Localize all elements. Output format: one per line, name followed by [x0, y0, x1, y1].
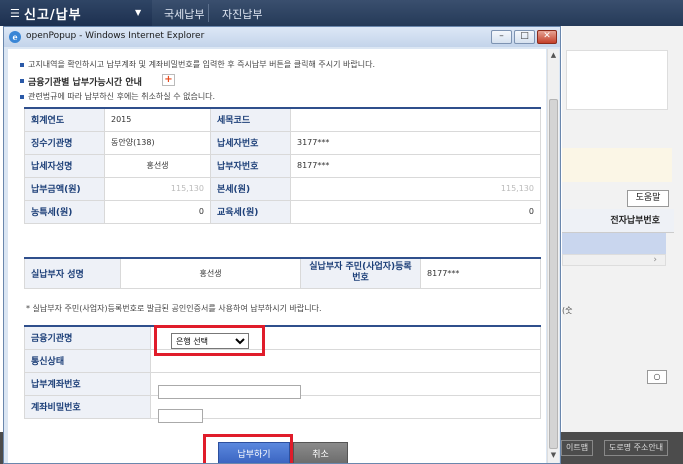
scroll-down-icon[interactable]: ▼ — [548, 449, 559, 461]
maximize-button[interactable]: □ — [514, 30, 535, 44]
menu-icon: ☰ — [10, 7, 20, 20]
account-password-label: 계좌비밀번호 — [24, 394, 151, 419]
bullet-icon — [20, 95, 24, 99]
expand-plus-icon[interactable]: + — [162, 74, 175, 86]
bank-hours-link[interactable]: 금융기관별 납부가능시간 안내 — [28, 75, 142, 88]
bank-name-label: 금융기관명 — [24, 325, 151, 350]
actual-payer-name-label: 실납부자 성명 — [24, 257, 121, 289]
rural-tax-value: 0 — [104, 199, 211, 224]
collection-office-label: 징수기관명 — [24, 130, 105, 155]
top-navigation-bar: ☰ 신고/납부 ▼ 국세납부 자진납부 — [0, 0, 683, 26]
breadcrumb-national-tax[interactable]: 국세납부 — [164, 6, 204, 22]
main-tax-value: 115,130 — [290, 176, 541, 201]
popup-content: 고지내역을 확인하시고 납부계좌 및 계좌비밀번호를 입력한 후 즉시납부 버튼… — [8, 49, 546, 463]
connection-status-label: 통신상태 — [24, 348, 151, 373]
table-row: 농특세(원) 0 교육세(원) 0 — [24, 199, 541, 224]
tax-code-value — [290, 107, 541, 132]
collection-office-value: 동안양(138) — [104, 130, 211, 155]
background-box — [566, 50, 668, 110]
education-tax-value: 0 — [290, 199, 541, 224]
column-header-electronic-payment-no: 전자납부번호 — [562, 209, 674, 233]
bill-detail-table: 회계연도 2015 세목코드 징수기관명 동안양(138) 납세자번호 3177… — [24, 107, 541, 224]
scroll-up-icon[interactable]: ▲ — [548, 49, 559, 61]
background-notice-box — [562, 148, 672, 182]
taxpayer-number-label: 납세자번호 — [210, 130, 291, 155]
vertical-scrollbar[interactable]: ▲ ▼ — [547, 49, 559, 463]
window-title: openPopup - Windows Internet Explorer — [26, 31, 205, 41]
account-number-input[interactable] — [158, 385, 301, 399]
taxpayer-name-label: 납세자성명 — [24, 153, 105, 178]
selected-table-row[interactable] — [562, 233, 666, 254]
breadcrumb-separator — [208, 4, 209, 22]
taxpayer-name-value: 홍선생 — [104, 153, 211, 178]
main-menu-label: 신고/납부 — [24, 8, 82, 23]
footer-link-sitemap[interactable]: 이트맵 — [561, 440, 594, 456]
certificate-note: * 실납부자 주민(사업자)등록번호로 발급된 공인인증서를 사용하여 납부하시… — [26, 304, 322, 313]
no-cancel-notice: 관련법규에 따라 납부하신 후에는 취소하실 수 없습니다. — [28, 92, 216, 101]
table-row: 금융기관명 — [24, 325, 541, 350]
payer-number-label: 납부자번호 — [210, 153, 291, 178]
table-row: 징수기관명 동안양(138) 납세자번호 3177*** — [24, 130, 541, 155]
table-row: 통신상태 — [24, 348, 541, 373]
internet-explorer-icon: e — [9, 31, 21, 43]
actual-payer-id-label: 실납부자 주민(사업자)등록번호 — [300, 257, 421, 289]
tax-code-label: 세목코드 — [210, 107, 291, 132]
background-text: (숫 — [562, 306, 573, 315]
main-tax-label: 본세(원) — [210, 176, 291, 201]
payment-form-table: 금융기관명 통신상태 납부계좌번호 계좌비밀번호 — [24, 325, 541, 419]
minimize-button[interactable]: – — [491, 30, 512, 44]
cancel-button[interactable]: 취소 — [293, 442, 348, 463]
bullet-icon — [20, 79, 24, 83]
fiscal-year-value: 2015 — [104, 107, 211, 132]
background-button[interactable]: ○ — [647, 370, 667, 384]
instruction-text: 고지내역을 확인하시고 납부계좌 및 계좌비밀번호를 입력한 후 즉시납부 버튼… — [28, 60, 375, 69]
table-row: 실납부자 성명 홍선생 실납부자 주민(사업자)등록번호 8177*** — [24, 257, 541, 289]
actual-payer-name-value: 홍선생 — [120, 257, 301, 289]
close-button[interactable]: ✕ — [537, 30, 557, 44]
account-number-label: 납부계좌번호 — [24, 371, 151, 396]
table-row: 회계연도 2015 세목코드 — [24, 107, 541, 132]
caret-down-icon: ▼ — [135, 8, 142, 17]
actual-payer-table: 실납부자 성명 홍선생 실납부자 주민(사업자)등록번호 8177*** — [24, 257, 541, 289]
payer-number-value: 8177*** — [290, 153, 541, 178]
rural-tax-label: 농특세(원) — [24, 199, 105, 224]
table-row: 납부금액(원) 115,130 본세(원) 115,130 — [24, 176, 541, 201]
horizontal-scrollbar[interactable]: › — [562, 254, 666, 266]
fiscal-year-label: 회계연도 — [24, 107, 105, 132]
window-titlebar[interactable]: e openPopup - Windows Internet Explorer … — [4, 27, 560, 47]
highlight-box-bank — [154, 325, 265, 356]
footer-link-road-address[interactable]: 도로명 주소안내 — [604, 440, 669, 456]
scrollbar-thumb[interactable] — [549, 99, 558, 449]
popup-window: e openPopup - Windows Internet Explorer … — [3, 26, 561, 464]
taxpayer-number-value: 3177*** — [290, 130, 541, 155]
bullet-icon — [20, 63, 24, 67]
payment-amount-value: 115,130 — [104, 176, 211, 201]
actual-payer-id-value: 8177*** — [420, 257, 541, 289]
education-tax-label: 교육세(원) — [210, 199, 291, 224]
table-row: 납세자성명 홍선생 납부자번호 8177*** — [24, 153, 541, 178]
help-button[interactable]: 도움말 — [627, 190, 669, 207]
highlight-box-pay — [203, 434, 293, 463]
breadcrumb-self-payment[interactable]: 자진납부 — [222, 6, 262, 22]
account-password-input[interactable] — [158, 409, 203, 423]
scroll-right-icon: › — [653, 255, 657, 265]
payment-amount-label: 납부금액(원) — [24, 176, 105, 201]
main-menu-button[interactable]: ☰ 신고/납부 ▼ — [0, 0, 152, 26]
